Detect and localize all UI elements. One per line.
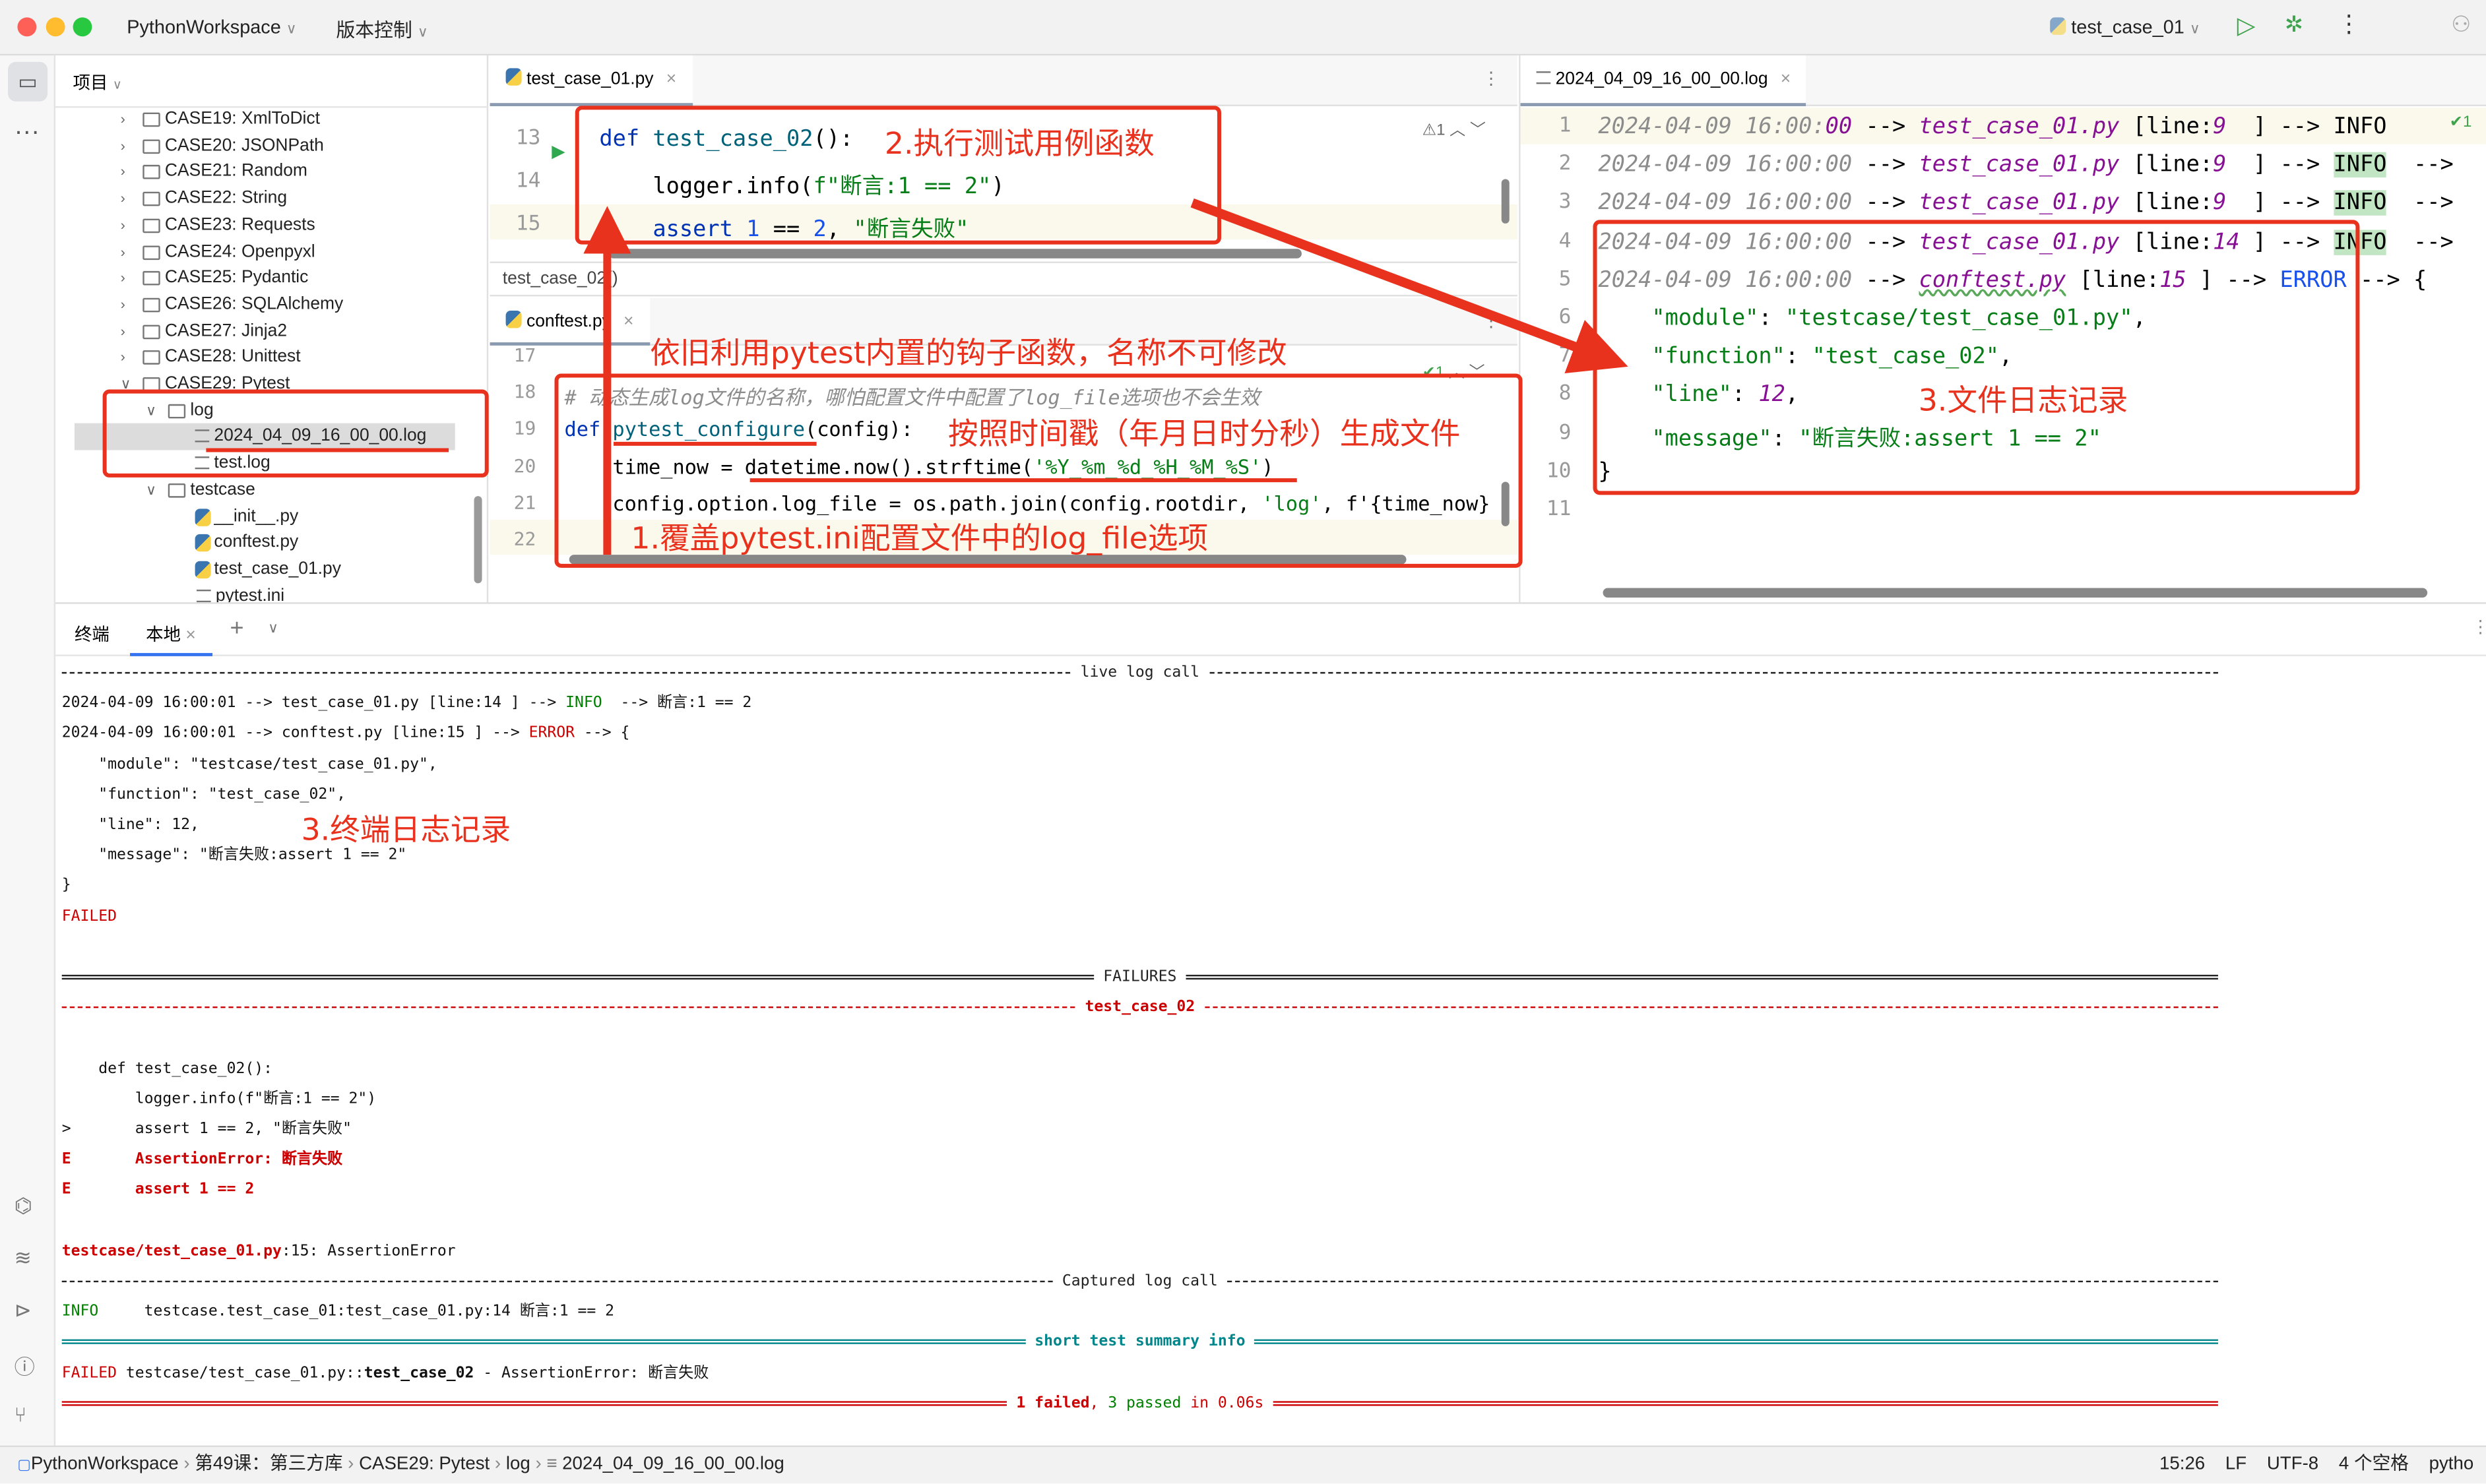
annotation-terminal-log: 3.终端日志记录 [301, 813, 511, 848]
annotation-run-test: 2.执行测试用例函数 [884, 127, 1155, 162]
annotation-file-log: 3.文件日志记录 [1918, 383, 2128, 419]
highlight-box-file-log [1593, 220, 2360, 495]
annotation-override: 1.覆盖pytest.ini配置文件中的log_file选项 [631, 521, 1209, 557]
annotation-overlay [102, 106, 2360, 568]
highlight-box-log-folder [102, 389, 489, 478]
annotation-timestamp: 按照时间戳（年月日时分秒）生成文件 [948, 417, 1461, 452]
annotation-hook: 依旧利用pytest内置的钩子函数，名称不可修改 [650, 336, 1287, 371]
